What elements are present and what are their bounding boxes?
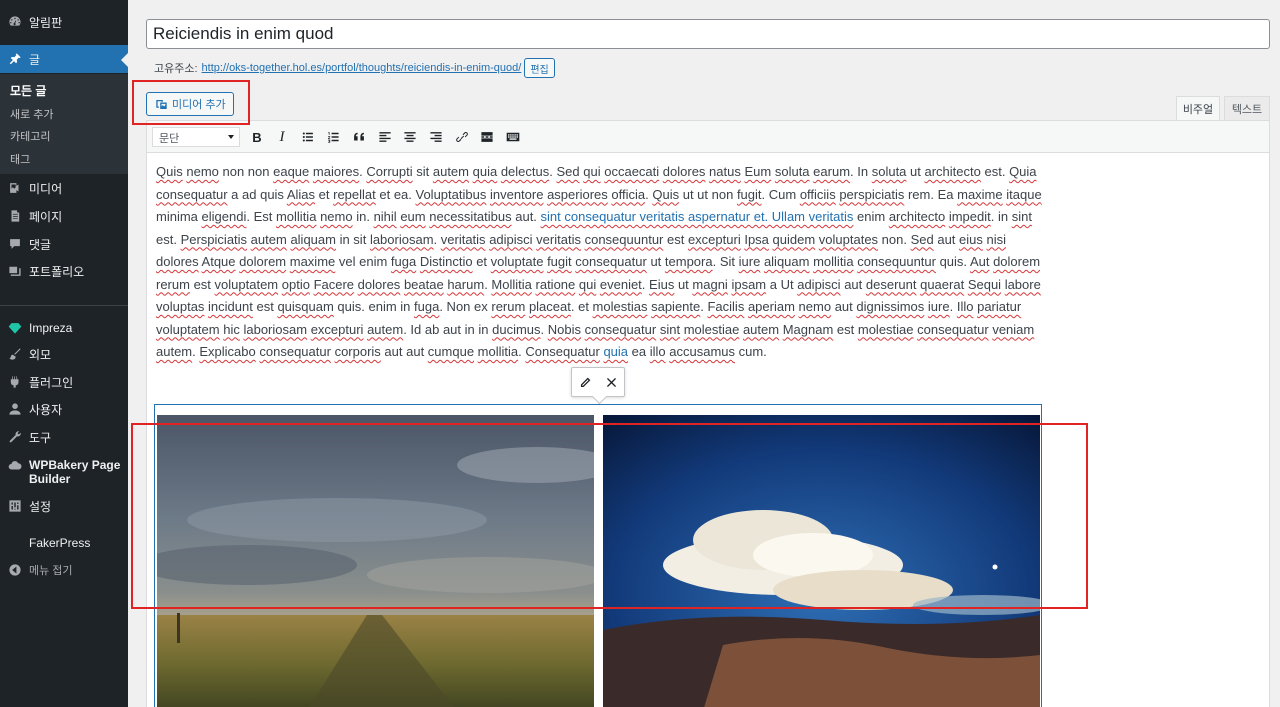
bold-icon[interactable]: B [248, 128, 266, 146]
menu-posts[interactable]: 글 [0, 45, 128, 73]
submenu-add-new[interactable]: 새로 추가 [10, 106, 54, 122]
image-gallery[interactable] [154, 404, 1042, 707]
menu-settings[interactable]: 설정 [0, 492, 128, 520]
fakerpress-icon [8, 536, 22, 550]
align-left-icon[interactable] [376, 128, 394, 146]
plugin-icon [8, 375, 22, 389]
permalink-edit-button[interactable]: 편집 [524, 58, 555, 78]
menu-wpbakery-label: WPBakery Page Builder [29, 458, 121, 486]
paintbrush-icon [8, 347, 22, 361]
edit-icon[interactable] [579, 376, 592, 389]
permalink-link[interactable]: http://oks-together.hol.es/portfol/thoug… [202, 62, 522, 74]
add-media-button[interactable]: 미디어 추가 [146, 92, 234, 116]
post-body-text[interactable]: Quis nemo non non eaque maiores. Corrupt… [156, 161, 1042, 364]
comment-icon [8, 237, 22, 251]
menu-portfolio[interactable]: 포트폴리오 [0, 257, 128, 285]
menu-comments[interactable]: 댓글 [0, 230, 128, 258]
numbered-list-icon[interactable] [324, 128, 342, 146]
posts-submenu: 모든 글 새로 추가 카테고리 태그 [0, 74, 128, 174]
collapse-menu-button[interactable]: 메뉴 접기 [0, 556, 128, 584]
wrench-icon [8, 430, 22, 444]
align-right-icon[interactable] [427, 128, 445, 146]
submenu-all-posts[interactable]: 모든 글 [10, 82, 46, 99]
tab-visual[interactable]: 비주얼 [1176, 96, 1220, 120]
tab-text[interactable]: 텍스트 [1224, 96, 1270, 120]
link-icon[interactable] [453, 128, 471, 146]
align-center-icon[interactable] [401, 128, 419, 146]
add-media-icon [156, 99, 167, 109]
submenu-categories[interactable]: 카테고리 [10, 128, 50, 144]
menu-tools-label: 도구 [29, 430, 52, 445]
menu-users[interactable]: 사용자 [0, 395, 128, 423]
diamond-icon [8, 321, 22, 335]
collapse-menu-label: 메뉴 접기 [29, 565, 73, 577]
post-title-input[interactable] [146, 19, 1270, 49]
blockquote-icon[interactable] [350, 128, 368, 146]
image-inline-toolbar [571, 367, 625, 397]
toolbar-toggle-icon[interactable] [504, 128, 522, 146]
menu-separator [0, 305, 128, 306]
menu-media[interactable]: 미디어 [0, 174, 128, 202]
menu-portfolio-label: 포트폴리오 [29, 264, 85, 279]
cloud-icon [8, 459, 22, 473]
permalink-row: 고유주소: http://oks-together.hol.es/portfol… [154, 58, 555, 78]
menu-impreza[interactable]: Impreza [0, 314, 128, 342]
page-icon [8, 209, 22, 223]
menu-comments-label: 댓글 [29, 237, 52, 252]
menu-fakerpress[interactable]: FakerPress [0, 529, 128, 557]
field-sky-image[interactable] [157, 415, 594, 707]
permalink-label: 고유주소: [154, 63, 198, 75]
format-select-value: 문단 [159, 133, 180, 145]
menu-appearance-label: 외모 [29, 347, 52, 362]
format-select[interactable]: 문단 [152, 127, 240, 147]
menu-pages-label: 페이지 [29, 209, 63, 224]
menu-fakerpress-label: FakerPress [29, 536, 91, 550]
bullet-list-icon[interactable] [299, 128, 317, 146]
pin-icon [8, 52, 22, 66]
italic-icon[interactable]: I [273, 128, 291, 146]
dashboard-icon [8, 15, 22, 29]
menu-pages[interactable]: 페이지 [0, 202, 128, 230]
menu-settings-label: 설정 [29, 499, 52, 514]
chevron-down-icon [228, 135, 234, 139]
menu-posts-label: 글 [29, 52, 41, 67]
menu-users-label: 사용자 [29, 402, 63, 417]
menu-wpbakery[interactable]: WPBakery Page Builder [0, 458, 128, 490]
menu-impreza-label: Impreza [29, 321, 73, 335]
collapse-arrow-icon [8, 563, 22, 577]
settings-icon [8, 499, 22, 513]
menu-appearance[interactable]: 외모 [0, 340, 128, 368]
add-media-label: 미디어 추가 [172, 99, 226, 111]
content-editor[interactable]: 문단 B I Quis nemo non non eaque maiores. … [146, 120, 1270, 707]
remove-icon[interactable] [605, 376, 618, 389]
menu-dashboard-label: 알림판 [29, 15, 63, 30]
menu-tools[interactable]: 도구 [0, 423, 128, 451]
menu-plugins[interactable]: 플러그인 [0, 368, 128, 396]
user-icon [8, 402, 22, 416]
menu-plugins-label: 플러그인 [29, 375, 74, 390]
editor-toolbar: 문단 B I [147, 121, 1269, 153]
read-more-icon[interactable] [478, 128, 496, 146]
submenu-tags[interactable]: 태그 [10, 151, 30, 167]
menu-media-label: 미디어 [29, 181, 63, 196]
media-icon [8, 181, 22, 195]
admin-sidebar: 알림판 글 모든 글 새로 추가 카테고리 태그 미디어 페이지 댓글 포트폴리… [0, 0, 128, 707]
menu-dashboard[interactable]: 알림판 [0, 8, 128, 36]
portfolio-icon [8, 264, 22, 278]
storm-cloud-image[interactable] [603, 415, 1040, 707]
